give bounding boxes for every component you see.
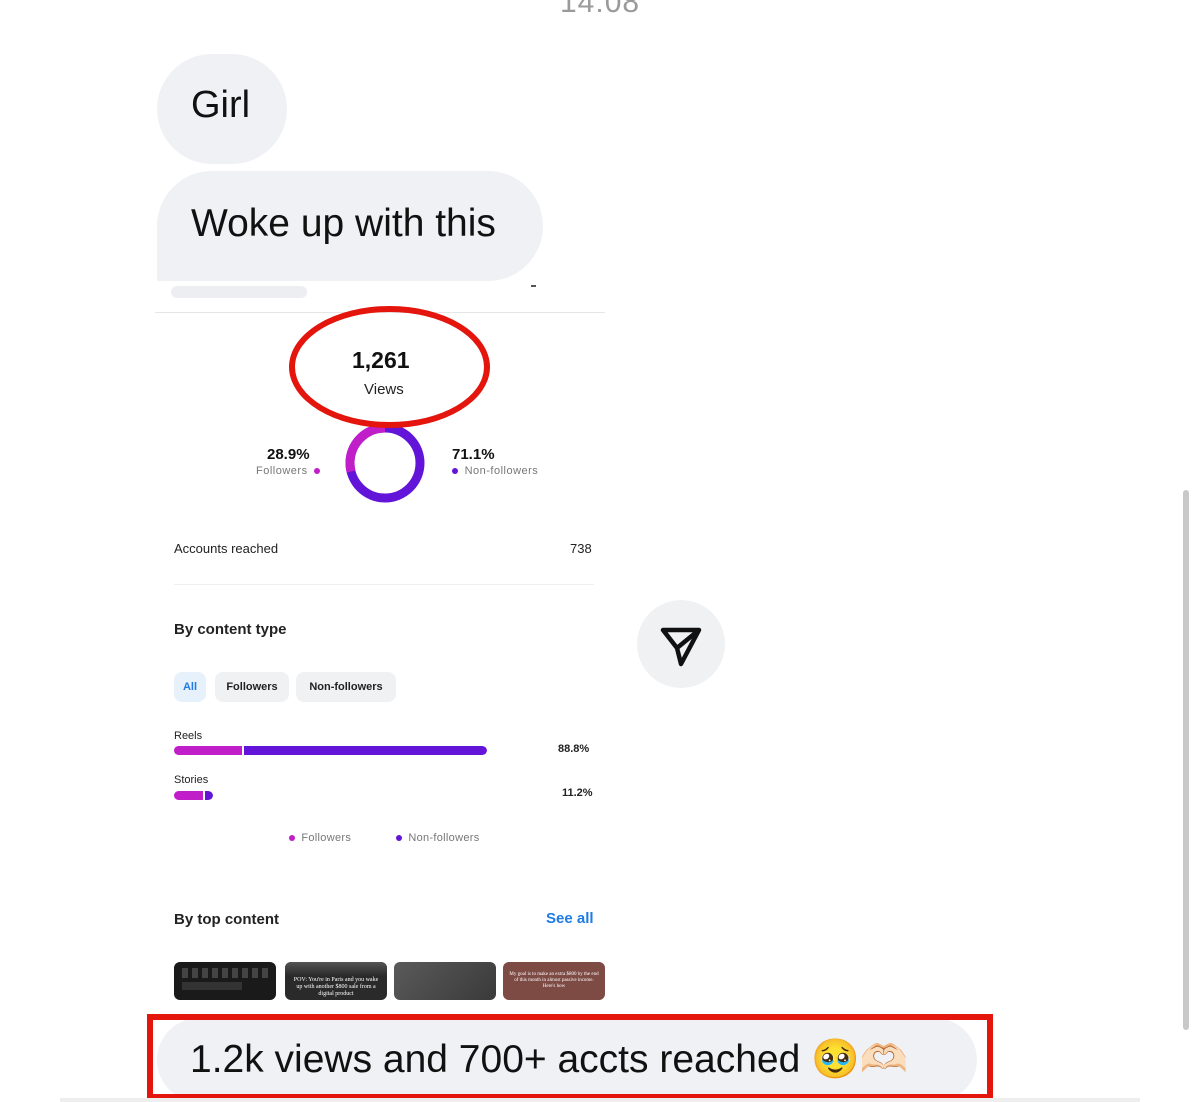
chip-nonfollowers[interactable]: Non-followers [296, 672, 396, 702]
reels-label: Reels [174, 730, 203, 742]
message-text: Woke up with this [191, 202, 496, 245]
nonfollowers-legend: Non-followers [452, 465, 538, 477]
status-time: 14:08 [560, 0, 641, 19]
followers-dot [314, 468, 321, 475]
thumb-caption: My goal is to make an extra $800 by the … [509, 972, 599, 989]
highlight-circle [289, 306, 490, 428]
scrollbar[interactable] [1183, 490, 1189, 1030]
chip-all[interactable]: All [174, 672, 206, 702]
thumb-caption: POV: You're in Paris and you wake up wit… [293, 977, 379, 997]
accounts-reached-value: 738 [570, 541, 592, 556]
top-content-thumb-1[interactable] [174, 962, 276, 1000]
stories-label: Stories [174, 774, 209, 786]
legend-nonfollowers-label: Non-followers [408, 832, 480, 844]
followers-donut-chart [345, 423, 425, 503]
thumb-shade [285, 962, 387, 976]
reels-bar [174, 746, 487, 755]
stories-bar-nonfollowers [205, 791, 214, 800]
top-content-thumb-3[interactable] [394, 962, 496, 1000]
chip-followers[interactable]: Followers [215, 672, 289, 702]
highlight-rectangle [147, 1014, 993, 1100]
nonfollowers-percent: 71.1% [452, 446, 495, 463]
reels-value: 88.8% [558, 743, 590, 755]
paper-plane-icon [660, 627, 702, 667]
top-content-thumb-2[interactable]: POV: You're in Paris and you wake up wit… [285, 962, 387, 1000]
message-text: Girl [191, 84, 251, 126]
top-content-thumb-4[interactable]: My goal is to make an extra $800 by the … [503, 962, 605, 1000]
by-content-type-title: By content type [174, 621, 287, 638]
legend-followers-dot [289, 835, 295, 842]
divider [174, 584, 594, 585]
legend-nonfollowers: Non-followers [396, 832, 480, 844]
followers-legend: Followers [256, 465, 321, 477]
see-all-link[interactable]: See all [546, 910, 594, 927]
share-button[interactable] [637, 600, 725, 688]
stories-bar-followers [174, 791, 206, 800]
followers-percent: 28.9% [267, 446, 310, 463]
legend-nonfollowers-dot [396, 835, 402, 842]
accounts-reached-label: Accounts reached [174, 541, 279, 556]
thumb-pattern [182, 968, 268, 978]
thumb-pattern [182, 982, 242, 990]
message-bubble-girl[interactable]: Girl [157, 54, 287, 164]
faded-pill [171, 286, 307, 298]
bottom-edge [60, 1098, 1140, 1102]
legend-followers-label: Followers [301, 832, 352, 844]
reels-bar-followers [174, 746, 245, 755]
message-bubble-woke-up[interactable]: Woke up with this [157, 171, 543, 281]
stories-bar [174, 791, 214, 800]
faded-mark [531, 285, 536, 287]
nonfollowers-label: Non-followers [464, 465, 539, 477]
reels-bar-nonfollowers [244, 746, 487, 755]
stories-value: 11.2% [562, 787, 593, 799]
by-top-content-title: By top content [174, 911, 279, 928]
followers-label: Followers [256, 465, 308, 477]
nonfollowers-dot [452, 468, 458, 475]
legend-followers: Followers [289, 832, 351, 844]
